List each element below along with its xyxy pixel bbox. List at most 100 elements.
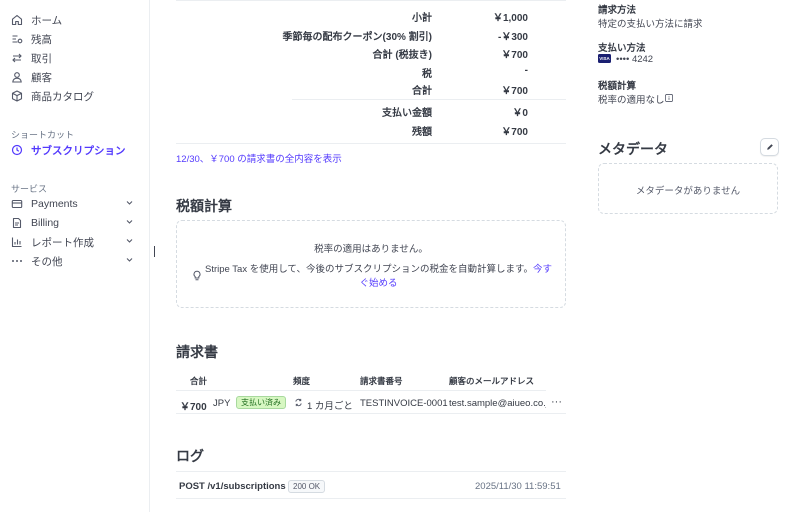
more-icon — [12, 260, 22, 262]
transactions-icon — [12, 53, 22, 63]
sidebar-item-label: Payments — [31, 198, 78, 210]
payment-method-label: 支払い方法 — [598, 43, 646, 54]
summary-value: ￥0 — [512, 108, 528, 119]
customer-icon — [12, 72, 22, 83]
sidebar: ホーム 残高 取引 顧客 商品カタログ ショートカット サブスクリプション サー… — [0, 0, 150, 512]
view-full-invoice-link[interactable]: 12/30、￥700 の請求書の全内容を表示 — [176, 151, 342, 165]
sidebar-item-transactions[interactable]: 取引 — [11, 49, 139, 67]
summary-label: 季節毎の配布クーポン(30% 割引) — [282, 32, 432, 43]
sidebar-item-billing[interactable]: Billing — [11, 214, 139, 232]
info-icon[interactable] — [665, 94, 673, 102]
summary-row-coupon: 季節毎の配布クーポン(30% 割引) -￥300 — [176, 25, 566, 44]
sidebar-item-label: Billing — [31, 217, 60, 229]
log-status-badge: 200 OK — [288, 480, 326, 493]
column-header-customer-email: 顧客のメールアドレス — [449, 376, 535, 386]
recurring-icon — [295, 398, 302, 407]
balance-icon — [12, 35, 23, 44]
summary-value: ￥700 — [501, 86, 528, 97]
chevron-down-icon — [126, 220, 133, 224]
tax-calc-value: 税率の適用なし — [598, 95, 665, 106]
summary-label: 合計 (税抜き) — [372, 50, 432, 61]
tax-calc-label: 税額計算 — [598, 81, 637, 92]
log-timestamp: 2025/11/30 11:59:51 — [475, 481, 561, 492]
summary-divider — [292, 99, 566, 100]
edit-metadata-button[interactable] — [760, 138, 779, 156]
stripe-tax-tip-text: Stripe Tax を使用して、今後のサブスクリプションの税金を自動計算します… — [205, 264, 533, 275]
column-header-invoice-number: 請求書番号 — [360, 376, 403, 386]
sidebar-item-more[interactable]: その他 — [11, 252, 139, 270]
tax-section-title: 税額計算 — [176, 198, 232, 214]
home-icon — [11, 14, 23, 26]
chevron-down-icon — [126, 258, 133, 262]
log-request[interactable]: POST /v1/subscriptions — [179, 481, 286, 492]
sidebar-item-label: 顧客 — [31, 71, 52, 84]
logs-section-title: ログ — [176, 448, 204, 464]
sidebar-item-home[interactable]: ホーム — [11, 11, 139, 29]
summary-value: ￥700 — [501, 127, 528, 138]
metadata-empty-text: メタデータがありません — [635, 186, 741, 197]
summary-value: ￥1,000 — [492, 13, 528, 24]
summary-row-total: 合計 ￥700 — [176, 79, 566, 98]
sidebar-item-label: レポート作成 — [31, 236, 94, 249]
summary-value: -￥300 — [497, 32, 528, 43]
invoice-amount: ￥700 — [180, 402, 207, 413]
sidebar-item-subscriptions[interactable]: サブスクリプション — [11, 141, 139, 159]
summary-label: 小計 — [412, 13, 432, 24]
summary-top-divider — [176, 0, 566, 1]
services-heading: サービス — [11, 184, 48, 194]
metadata-empty-state: メタデータがありません — [598, 163, 778, 214]
summary-value: ￥700 — [501, 50, 528, 61]
summary-row-amount-paid: 支払い金額 ￥0 — [176, 101, 566, 120]
shortcuts-heading: ショートカット — [11, 130, 75, 140]
clock-icon — [11, 144, 23, 156]
summary-label: 残額 — [412, 127, 432, 138]
billing-method-label: 請求方法 — [598, 5, 637, 16]
visa-card-icon: VISA — [598, 54, 611, 63]
summary-row-subtotal: 小計 ￥1,000 — [176, 6, 566, 25]
table-row-divider — [176, 413, 566, 414]
invoice-currency: JPY — [213, 398, 231, 409]
column-header-total: 合計 — [190, 376, 208, 386]
sidebar-item-payments[interactable]: Payments — [11, 195, 139, 213]
sidebar-item-label: 取引 — [31, 52, 52, 65]
status-badge: 支払い済み — [236, 396, 286, 409]
row-actions-button[interactable]: ··· — [551, 396, 562, 408]
billing-method-value: 特定の支払い方法に請求 — [598, 19, 703, 30]
tax-empty-state: 税率の適用はありません。 Stripe Tax を使用して、今後のサブスクリプシ… — [176, 220, 566, 308]
lightbulb-icon — [193, 270, 201, 281]
metadata-title: メタデータ — [598, 141, 668, 157]
pencil-icon — [766, 144, 773, 150]
sidebar-item-label: ホーム — [31, 14, 63, 27]
logs-bottom-divider — [176, 498, 566, 499]
stripe-tax-tip: Stripe Tax を使用して、今後のサブスクリプションの税金を自動計算します… — [192, 263, 552, 291]
logs-top-divider — [176, 471, 566, 472]
sidebar-item-label: 残高 — [31, 33, 52, 46]
tax-empty-text: 税率の適用はありません。 — [314, 244, 428, 255]
summary-label: 税 — [422, 69, 432, 80]
chevron-down-icon — [126, 201, 133, 205]
summary-row-total-excl-tax: 合計 (税抜き) ￥700 — [176, 43, 566, 62]
summary-value: - — [524, 65, 528, 76]
invoice-customer-email: test.sample@aiueo.co.jp — [449, 398, 546, 409]
sidebar-item-customers[interactable]: 顧客 — [11, 68, 139, 86]
product-catalog-icon — [11, 90, 23, 102]
summary-bottom-divider — [176, 143, 566, 144]
summary-row-amount-remaining: 残額 ￥700 — [176, 120, 566, 139]
summary-label: 支払い金額 — [382, 108, 432, 119]
chevron-down-icon — [126, 239, 133, 243]
reports-icon — [11, 237, 22, 248]
card-last4: •••• 4242 — [616, 54, 654, 65]
sidebar-resize-handle[interactable] — [154, 246, 155, 257]
invoice-frequency: 1 カ月ごと — [307, 401, 353, 412]
payments-icon — [11, 199, 23, 209]
billing-icon — [12, 217, 22, 229]
sidebar-item-label: サブスクリプション — [31, 144, 126, 157]
sidebar-item-reports[interactable]: レポート作成 — [11, 233, 139, 251]
sidebar-item-balance[interactable]: 残高 — [11, 30, 139, 48]
sidebar-item-label: 商品カタログ — [31, 90, 94, 103]
invoice-number: TESTINVOICE-0001 — [360, 398, 448, 409]
sidebar-item-label: その他 — [31, 255, 63, 268]
invoices-section-title: 請求書 — [176, 344, 218, 360]
sidebar-item-product-catalog[interactable]: 商品カタログ — [11, 87, 139, 105]
summary-label: 合計 — [412, 86, 432, 97]
